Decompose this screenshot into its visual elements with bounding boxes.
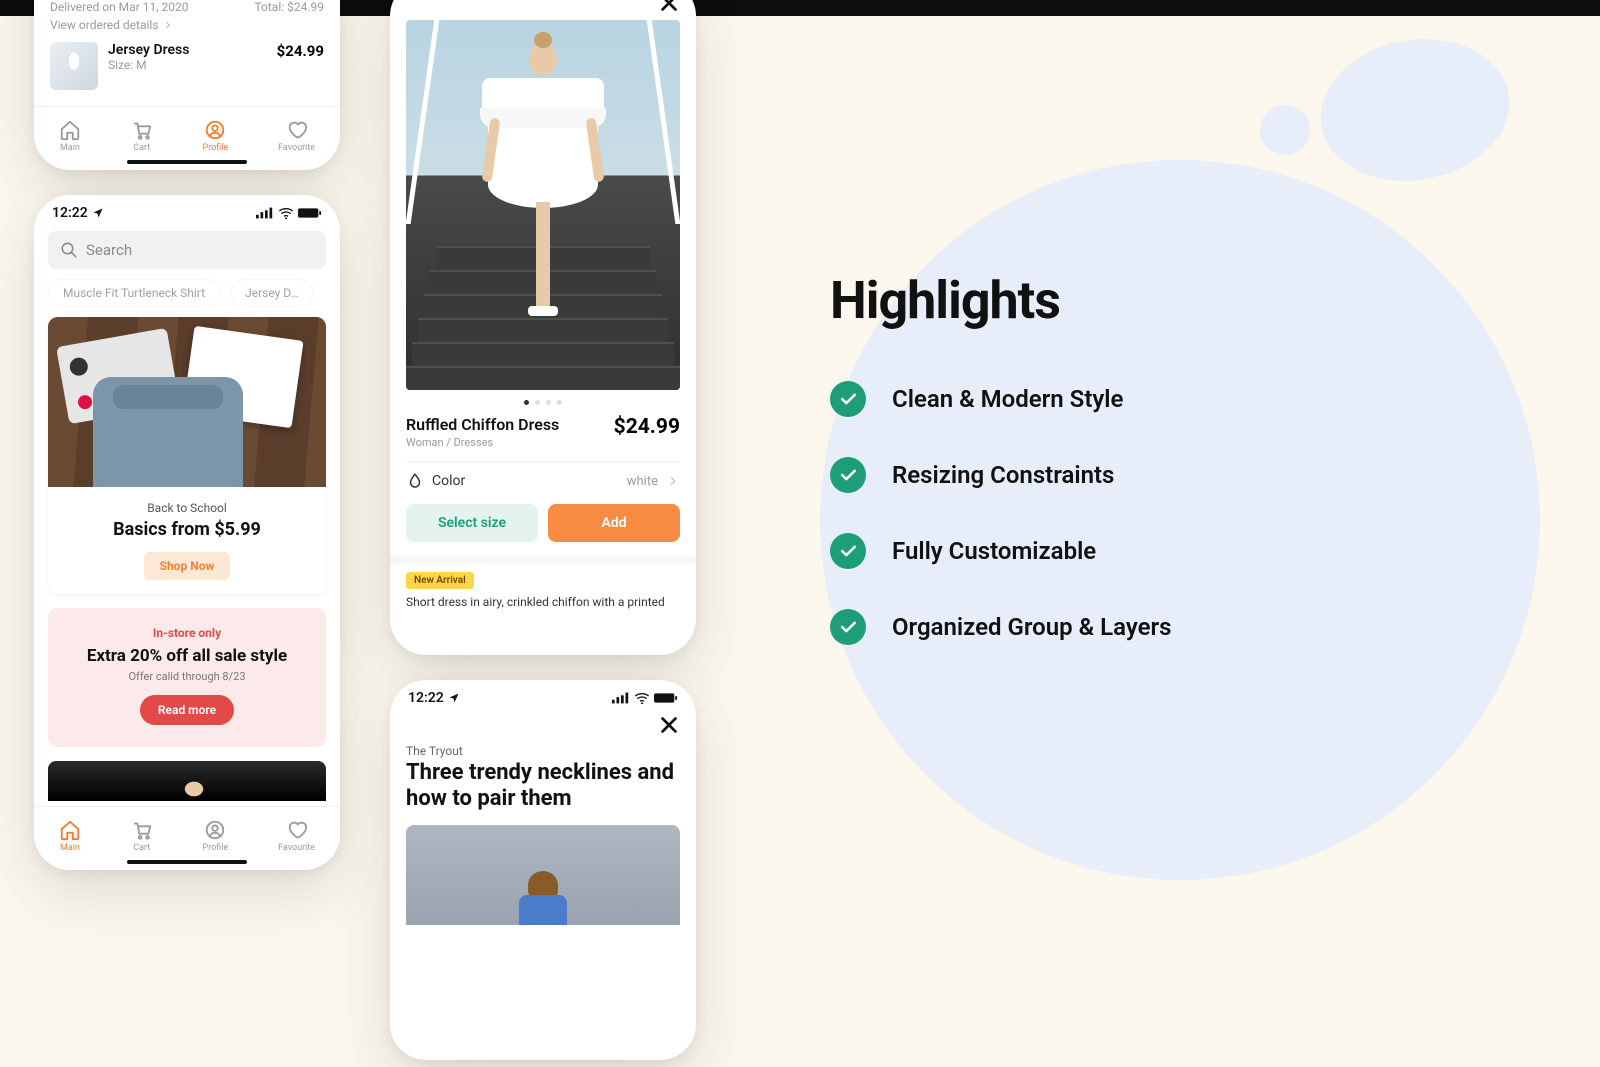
promo-image xyxy=(48,317,326,487)
highlight-item: Clean & Modern Style xyxy=(830,381,1390,417)
color-value: white xyxy=(627,474,658,489)
signal-icon xyxy=(612,692,630,704)
check-icon xyxy=(830,609,866,645)
order-delivered: Delivered on Mar 11, 2020 xyxy=(50,0,189,14)
tab-main[interactable]: Main xyxy=(59,819,81,853)
highlight-item: Fully Customizable xyxy=(830,533,1390,569)
close-icon[interactable] xyxy=(658,714,680,736)
check-icon xyxy=(830,381,866,417)
color-selector[interactable]: Color white xyxy=(390,472,696,490)
order-total: Total: $24.99 xyxy=(254,0,324,14)
signal-icon xyxy=(256,207,274,219)
search-icon xyxy=(60,241,78,259)
heart-icon xyxy=(286,119,308,141)
tab-cart[interactable]: Cart xyxy=(131,819,153,853)
article-image xyxy=(406,825,680,925)
tab-favourite[interactable]: Favourite xyxy=(278,819,315,853)
home-icon xyxy=(59,119,81,141)
home-icon xyxy=(59,819,81,841)
heart-icon xyxy=(286,819,308,841)
chip-scroller[interactable]: Muscle Fit Turtleneck Shirt Jersey D… xyxy=(34,279,340,317)
battery-icon xyxy=(654,692,678,704)
close-icon[interactable] xyxy=(658,0,680,14)
phone-orders: Delivered on Mar 11, 2020 Total: $24.99 … xyxy=(34,0,340,170)
phone-main: 12:22 Search Muscle Fit Turtleneck Shirt… xyxy=(34,195,340,870)
read-more-button[interactable]: Read more xyxy=(140,695,234,725)
product-size: Size: M xyxy=(108,58,189,72)
product-description: Short dress in airy, crinkled chiffon wi… xyxy=(390,589,696,623)
home-indicator xyxy=(127,860,247,864)
profile-icon xyxy=(204,819,226,841)
product-hero-image[interactable] xyxy=(406,20,680,390)
tab-favourite[interactable]: Favourite xyxy=(278,119,315,153)
chevron-right-icon xyxy=(163,20,173,30)
highlight-item: Organized Group & Layers xyxy=(830,609,1390,645)
wifi-icon xyxy=(278,207,294,219)
product-thumbnail xyxy=(50,42,98,90)
order-item[interactable]: Jersey Dress Size: M $24.99 xyxy=(34,32,340,90)
highlights-panel: Highlights Clean & Modern Style Resizing… xyxy=(830,270,1390,685)
chip[interactable]: Muscle Fit Turtleneck Shirt xyxy=(48,279,220,307)
product-name: Jersey Dress xyxy=(108,42,189,58)
cart-icon xyxy=(131,119,153,141)
product-name: Ruffled Chiffon Dress xyxy=(406,415,559,434)
view-details-link[interactable]: View ordered details xyxy=(34,18,340,32)
promo-eyebrow: In-store only xyxy=(62,626,312,640)
tab-cart[interactable]: Cart xyxy=(131,119,153,153)
tab-main[interactable]: Main xyxy=(59,119,81,153)
search-input[interactable]: Search xyxy=(48,231,326,269)
status-bar: 12:22 xyxy=(34,195,340,225)
promo-head: Basics from $5.99 xyxy=(62,519,312,540)
page-dots[interactable] xyxy=(390,400,696,405)
chevron-right-icon xyxy=(666,474,680,488)
promo-sub: Offer calid through 8/23 xyxy=(62,670,312,683)
shop-now-button[interactable]: Shop Now xyxy=(144,552,231,580)
product-price: $24.99 xyxy=(277,42,324,60)
cart-icon xyxy=(131,819,153,841)
phone-article: 12:22 The Tryout Three trendy necklines … xyxy=(390,680,696,1060)
article-title: Three trendy necklines and how to pair t… xyxy=(390,758,696,825)
home-indicator xyxy=(127,160,247,164)
check-icon xyxy=(830,457,866,493)
highlight-text: Organized Group & Layers xyxy=(892,613,1172,641)
tab-profile[interactable]: Profile xyxy=(203,819,229,853)
highlight-text: Clean & Modern Style xyxy=(892,385,1123,413)
wifi-icon xyxy=(634,692,650,704)
profile-icon xyxy=(204,119,226,141)
highlight-text: Fully Customizable xyxy=(892,537,1096,565)
location-arrow-icon xyxy=(448,692,460,704)
search-placeholder: Search xyxy=(86,241,132,259)
promo-card-sale[interactable]: In-store only Extra 20% off all sale sty… xyxy=(48,608,326,747)
promo-eyebrow: Back to School xyxy=(62,501,312,515)
droplet-icon xyxy=(406,472,424,490)
location-arrow-icon xyxy=(92,207,104,219)
promo-card[interactable]: Back to School Basics from $5.99 Shop No… xyxy=(48,317,326,594)
promo-head: Extra 20% off all sale style xyxy=(62,646,312,666)
highlight-text: Resizing Constraints xyxy=(892,461,1114,489)
new-arrival-tag: New Arrival xyxy=(406,572,474,589)
select-size-button[interactable]: Select size xyxy=(406,504,538,542)
status-bar: 12:22 xyxy=(390,680,696,710)
article-eyebrow: The Tryout xyxy=(390,736,696,758)
highlight-item: Resizing Constraints xyxy=(830,457,1390,493)
battery-icon xyxy=(298,207,322,219)
check-icon xyxy=(830,533,866,569)
promo-image-peek xyxy=(48,761,326,801)
phone-product: Ruffled Chiffon Dress Woman / Dresses $2… xyxy=(390,0,696,655)
tab-profile[interactable]: Profile xyxy=(203,119,229,153)
product-price: $24.99 xyxy=(614,415,680,439)
color-label: Color xyxy=(432,473,465,489)
product-category: Woman / Dresses xyxy=(406,436,559,449)
highlights-title: Highlights xyxy=(830,270,1390,331)
add-button[interactable]: Add xyxy=(548,504,680,542)
chip[interactable]: Jersey D… xyxy=(230,279,314,307)
